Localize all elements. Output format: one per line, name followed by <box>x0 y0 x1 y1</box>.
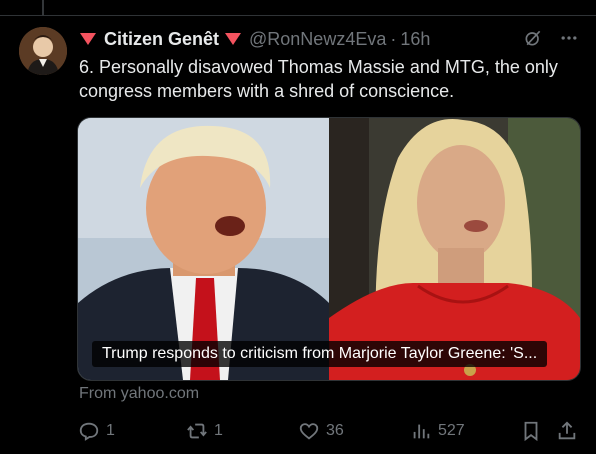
repost-icon <box>187 423 207 439</box>
like-button[interactable]: 36 <box>298 419 344 443</box>
post-time[interactable]: 16h <box>400 29 430 50</box>
author-name[interactable]: Citizen Genêt <box>104 29 219 50</box>
views-icon <box>413 424 430 439</box>
repost-count: 1 <box>214 422 223 439</box>
previous-post-boundary <box>0 0 596 16</box>
bookmark-button[interactable] <box>520 419 542 443</box>
separator-dot: · <box>390 28 397 49</box>
post-text: 6. Personally disavowed Thomas Massie an… <box>79 57 558 101</box>
repost-button[interactable]: 1 <box>186 419 223 443</box>
avatar[interactable] <box>19 27 67 75</box>
share-button[interactable] <box>556 419 578 443</box>
reply-count: 1 <box>106 422 115 439</box>
views-button[interactable]: 527 <box>410 419 465 443</box>
thread-line <box>42 0 44 16</box>
more-icon[interactable] <box>558 27 580 49</box>
views-count: 527 <box>438 422 465 439</box>
like-count: 36 <box>326 422 344 439</box>
bookmark-icon <box>524 421 538 442</box>
action-bar: 1 1 36 527 <box>78 419 580 443</box>
red-triangle-icon <box>225 33 242 45</box>
share-icon <box>558 421 576 440</box>
reply-icon <box>79 422 99 441</box>
header-actions <box>522 27 580 49</box>
red-triangle-icon <box>80 33 96 45</box>
like-icon <box>299 423 319 440</box>
media-caption: Trump responds to criticism from Marjori… <box>92 341 548 367</box>
author-handle[interactable]: @RonNewz4Eva <box>249 29 386 50</box>
link-source[interactable]: From yahoo.com <box>79 385 199 403</box>
grok-icon[interactable] <box>522 27 544 49</box>
post-header: Citizen Genêt @RonNewz4Eva · 16h <box>80 27 430 51</box>
reply-button[interactable]: 1 <box>78 419 115 443</box>
